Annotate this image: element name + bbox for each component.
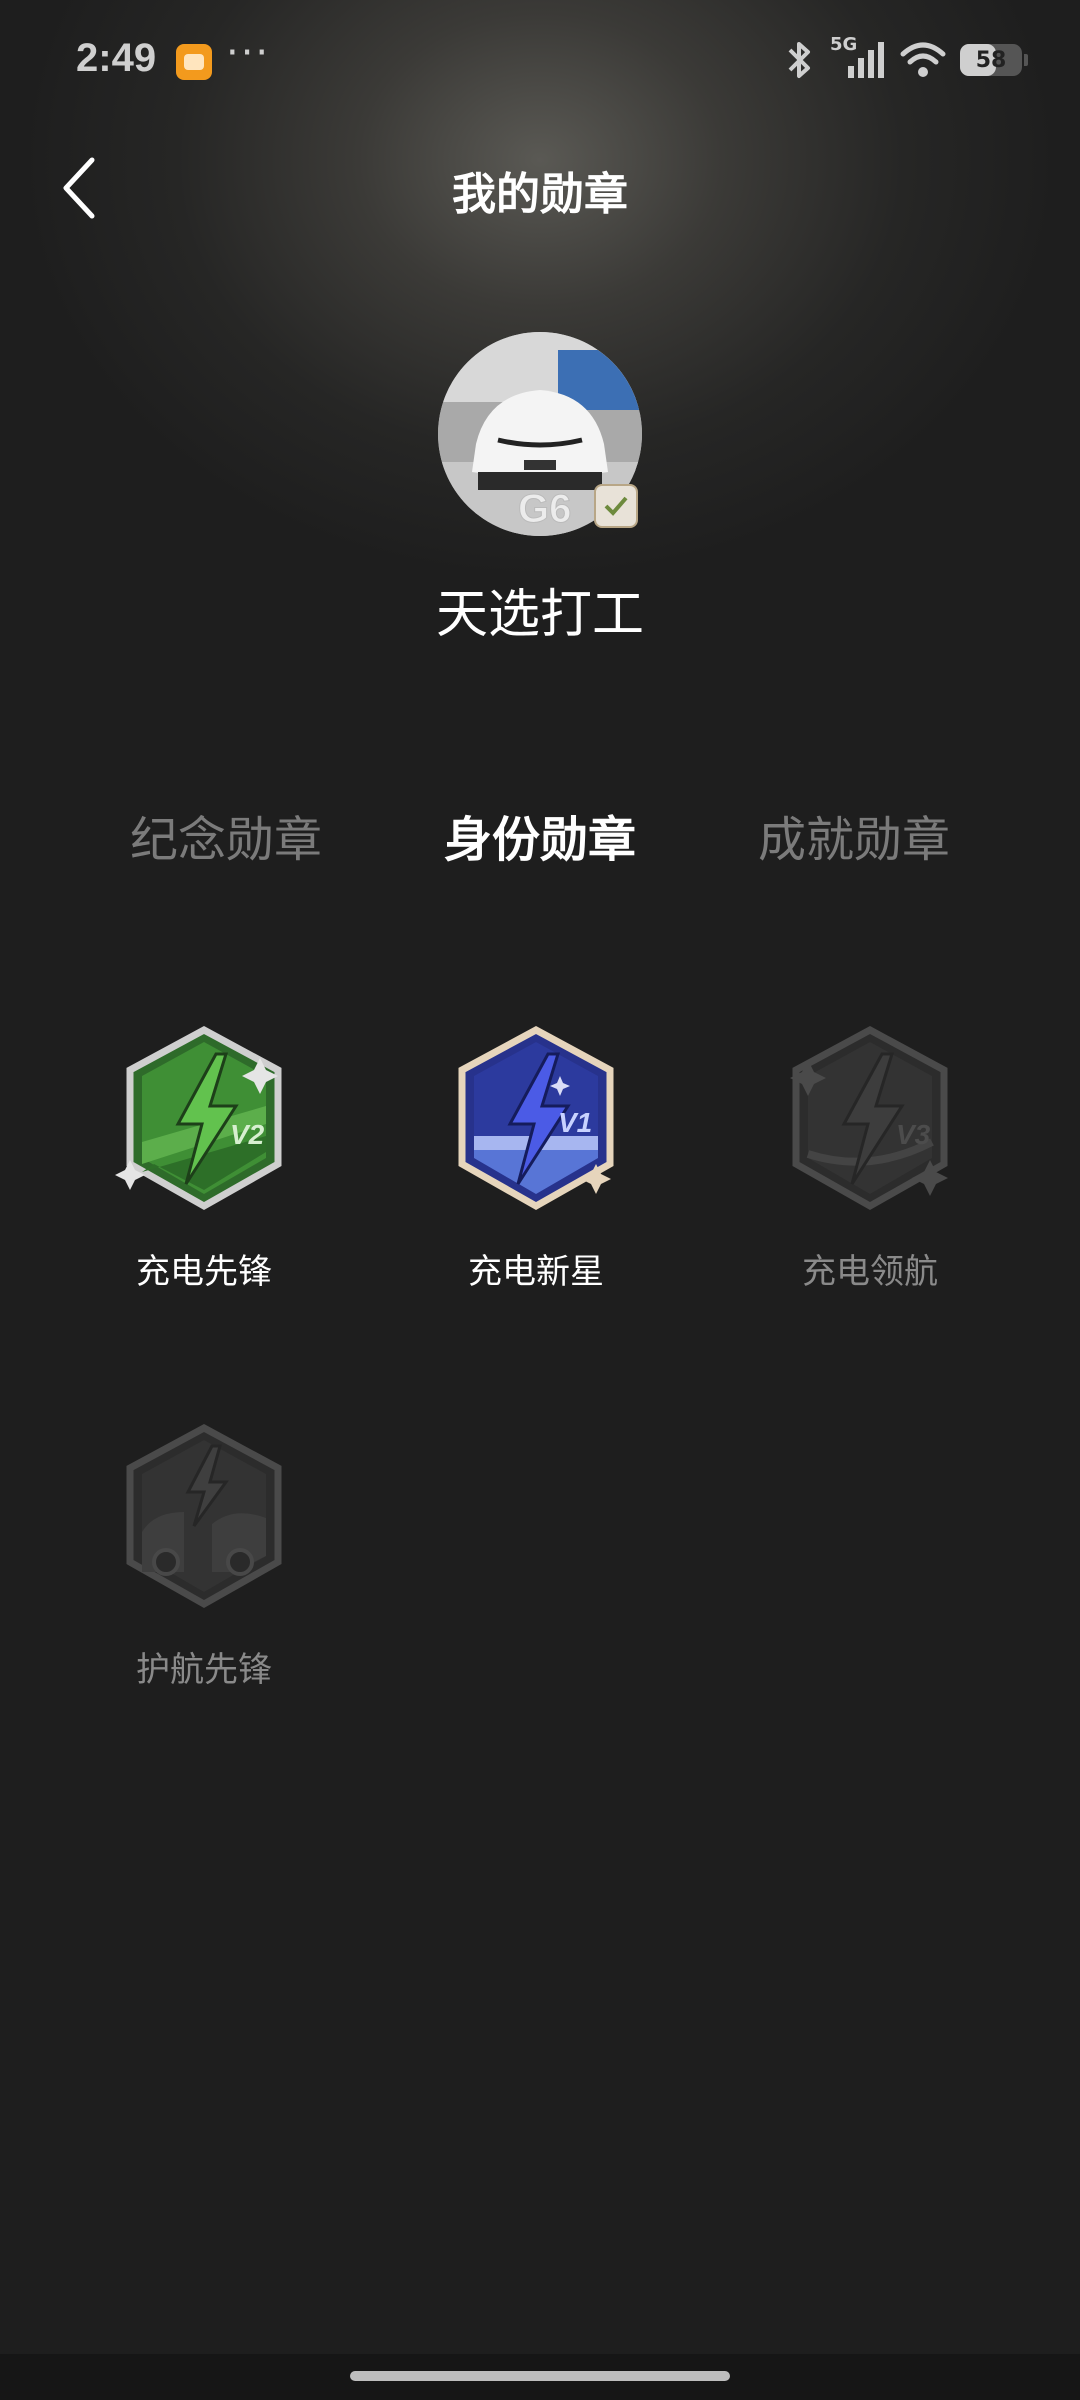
status-icons: 5G 58 — [782, 34, 1028, 80]
charging-badge-v2-icon: V2 — [115, 1026, 282, 1211]
charging-badge-v3-locked-icon: V3 — [790, 1026, 948, 1211]
badge-label: 充电领航 — [802, 1252, 938, 1292]
status-bar: 2:49 ··· 5G 58 — [0, 0, 1080, 120]
badge-tabs: 纪念勋章 身份勋章 成就勋章 — [0, 800, 1080, 880]
nav-bar: 我的勋章 — [0, 140, 1080, 230]
more-notifications-icon: ··· — [226, 30, 271, 76]
tab-achievement[interactable]: 成就勋章 — [724, 800, 984, 870]
badge-item-escort-pioneer[interactable]: 护航先锋 — [84, 1422, 324, 1691]
badge-label: 护航先锋 — [136, 1650, 272, 1690]
status-time: 2:49 — [76, 36, 157, 80]
badge-item-charging-star[interactable]: V1 充电新星 — [416, 1024, 656, 1293]
svg-text:V3: V3 — [896, 1119, 931, 1150]
avatar-verified-badge — [594, 484, 638, 528]
badge-item-charging-pioneer[interactable]: V2 充电先锋 — [84, 1024, 324, 1293]
badge-label: 充电先锋 — [136, 1252, 272, 1292]
app-notification-icon — [176, 44, 212, 80]
chevron-left-icon — [63, 157, 95, 219]
cellular-signal-icon: 5G — [830, 34, 886, 80]
badge-item-charging-navigator[interactable]: V3 充电领航 — [750, 1024, 990, 1293]
tab-commemorative[interactable]: 纪念勋章 — [96, 800, 356, 870]
charging-badge-v1-icon: V1 — [458, 1026, 614, 1211]
escort-badge-locked-icon — [126, 1424, 282, 1609]
svg-text:V1: V1 — [558, 1107, 592, 1138]
battery-icon: 58 — [960, 44, 1022, 76]
username: 天选打工 — [435, 585, 644, 645]
avatar-plate-text: G6 — [518, 487, 571, 531]
badge-label: 充电新星 — [468, 1252, 604, 1292]
home-indicator[interactable] — [350, 2371, 730, 2381]
page-title: 我的勋章 — [452, 169, 628, 220]
bluetooth-icon — [788, 42, 810, 78]
back-button[interactable] — [52, 152, 112, 222]
wifi-icon — [900, 42, 946, 77]
tab-identity[interactable]: 身份勋章 — [410, 800, 670, 870]
svg-text:V2: V2 — [230, 1119, 265, 1150]
